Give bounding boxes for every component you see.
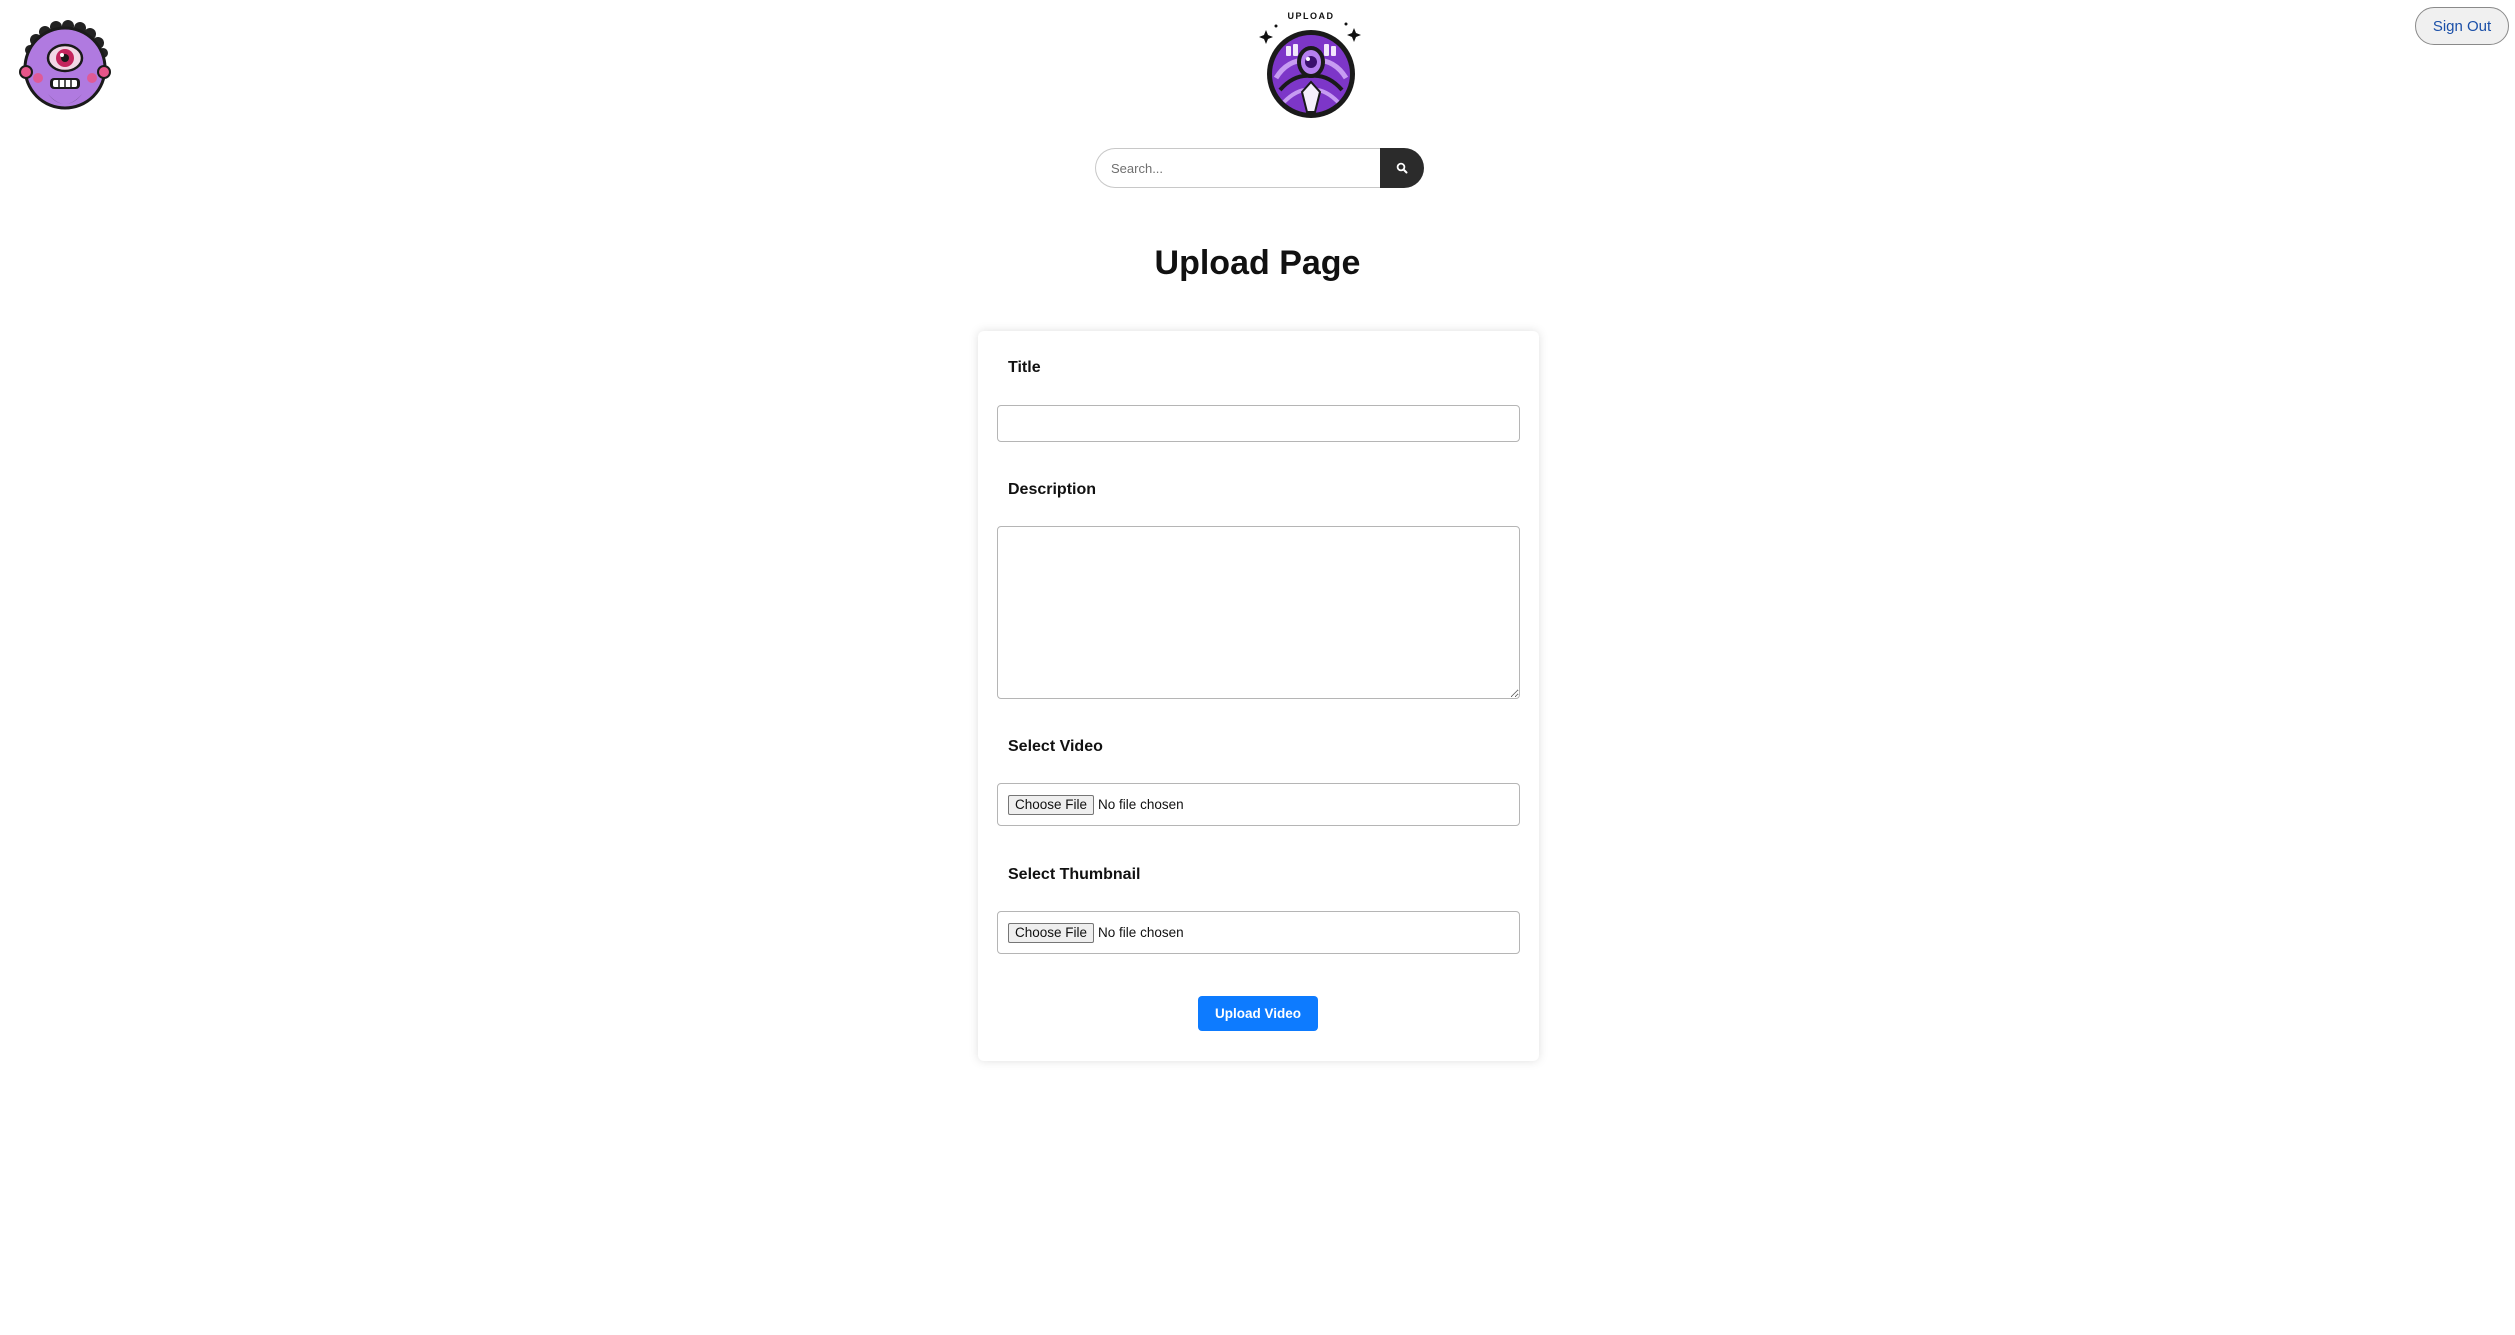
svg-text:UPLOAD: UPLOAD	[1288, 11, 1335, 21]
choose-thumbnail-file-button[interactable]: Choose File	[1008, 922, 1095, 943]
search-input[interactable]	[1095, 148, 1380, 188]
choose-video-file-button[interactable]: Choose File	[1008, 794, 1095, 815]
upload-form: Title Description Select Video Choose Fi…	[978, 331, 1539, 1061]
select-video-label: Select Video	[1008, 738, 1103, 755]
description-textarea[interactable]	[997, 526, 1520, 699]
title-label: Title	[1008, 359, 1041, 376]
search-bar	[1095, 148, 1424, 188]
search-button[interactable]	[1380, 148, 1424, 188]
thumbnail-file-status: No file chosen	[1098, 925, 1184, 940]
search-icon	[1396, 162, 1408, 174]
upload-eye-logo-icon: UPLOAD	[1259, 11, 1361, 118]
upload-page: UPLOAD Sign Out Search... Upload Page Ti…	[0, 0, 2515, 1335]
video-file-status: No file chosen	[1098, 797, 1184, 812]
select-thumbnail-label: Select Thumbnail	[1008, 866, 1141, 883]
upload-video-button[interactable]: Upload Video	[1198, 996, 1318, 1031]
sign-out-button[interactable]: Sign Out	[2415, 7, 2509, 45]
site-logo[interactable]: UPLOAD	[1258, 8, 1364, 120]
video-file-input[interactable]: Choose File No file chosen	[997, 783, 1520, 826]
monster-avatar-icon	[19, 20, 111, 110]
title-input[interactable]	[997, 405, 1520, 442]
thumbnail-file-input[interactable]: Choose File No file chosen	[997, 911, 1520, 954]
page-title: Upload Page	[1154, 244, 1361, 282]
description-label: Description	[1008, 481, 1097, 498]
user-avatar[interactable]	[18, 20, 112, 114]
